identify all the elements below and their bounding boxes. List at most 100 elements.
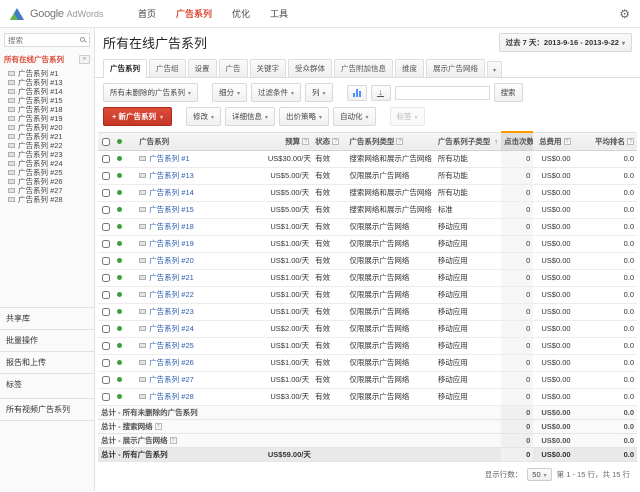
edit-button[interactable]: 修改 [186, 107, 221, 126]
sidebar-item-campaign[interactable]: 广告系列 #23 [6, 150, 94, 159]
row-checkbox[interactable] [102, 223, 110, 231]
tab-1[interactable]: 广告系列 [103, 59, 147, 78]
select-all-checkbox[interactable] [102, 138, 110, 146]
segment-button[interactable]: 细分 [212, 83, 247, 102]
nav-item[interactable]: 首页 [138, 7, 156, 20]
tab-9[interactable]: 展示广告网络 [426, 59, 485, 77]
campaign-link[interactable]: 广告系列 #26 [149, 358, 194, 367]
nav-item[interactable]: 广告系列 [176, 7, 212, 20]
row-checkbox[interactable] [102, 189, 110, 197]
status-dot-icon[interactable] [117, 190, 122, 195]
nav-item[interactable]: 优化 [232, 7, 250, 20]
help-icon[interactable]: ? [627, 138, 634, 145]
tab-4[interactable]: 广告 [219, 59, 248, 77]
table-search-input[interactable] [395, 86, 490, 100]
campaign-link[interactable]: 广告系列 #21 [149, 273, 194, 282]
adwords-logo[interactable]: Google AdWords [10, 8, 138, 20]
budget-cell[interactable]: US$1.00/天 [265, 304, 312, 321]
col-name[interactable]: 广告系列 [136, 132, 265, 151]
tab-more-dropdown[interactable]: ▾ [487, 61, 502, 77]
sidebar-section[interactable]: 批量操作 [0, 329, 94, 351]
download-icon[interactable]: ↓ [371, 85, 391, 101]
tab-8[interactable]: 维度 [395, 59, 424, 77]
bid-strategy-button[interactable]: 出价策略 [279, 107, 329, 126]
sidebar-item-campaign[interactable]: 广告系列 #27 [6, 186, 94, 195]
campaign-link[interactable]: 广告系列 #24 [149, 324, 194, 333]
status-dot-icon[interactable] [117, 326, 122, 331]
row-checkbox[interactable] [102, 206, 110, 214]
columns-button[interactable]: 列 [305, 83, 333, 102]
sidebar-all-campaigns-link[interactable]: 所有在线广告系列 [4, 54, 64, 65]
campaign-link[interactable]: 广告系列 #15 [149, 205, 194, 214]
sidebar-item-campaign[interactable]: 广告系列 #20 [6, 123, 94, 132]
new-campaign-button[interactable]: + 新广告系列 [103, 107, 172, 126]
date-range-button[interactable]: 过去 7 天：2013-9-16 - 2013-9-22▾ [499, 33, 632, 52]
rows-per-page-select[interactable]: 50▾ [527, 468, 551, 481]
campaign-link[interactable]: 广告系列 #19 [149, 239, 194, 248]
row-checkbox[interactable] [102, 393, 110, 401]
status-dot-icon[interactable] [117, 309, 122, 314]
campaign-link[interactable]: 广告系列 #14 [149, 188, 194, 197]
row-checkbox[interactable] [102, 342, 110, 350]
campaign-link[interactable]: 广告系列 #18 [149, 222, 194, 231]
status-dot-icon[interactable] [117, 343, 122, 348]
budget-cell[interactable]: US$1.00/天 [265, 372, 312, 389]
sidebar-search-input[interactable] [4, 33, 90, 47]
chart-icon[interactable] [347, 85, 367, 101]
sidebar-item-campaign[interactable]: 广告系列 #22 [6, 141, 94, 150]
status-dot-icon[interactable] [117, 173, 122, 178]
status-dot-icon[interactable] [117, 241, 122, 246]
budget-cell[interactable]: US$1.00/天 [265, 270, 312, 287]
col-clicks[interactable]: 点击次数? [501, 132, 533, 151]
row-checkbox[interactable] [102, 172, 110, 180]
automation-button[interactable]: 自动化 [333, 107, 376, 126]
campaign-link[interactable]: 广告系列 #23 [149, 307, 194, 316]
status-filter-icon[interactable] [117, 139, 122, 144]
campaign-link[interactable]: 广告系列 #25 [149, 341, 194, 350]
help-icon[interactable]: ? [396, 138, 403, 145]
status-dot-icon[interactable] [117, 360, 122, 365]
tab-2[interactable]: 广告组 [149, 59, 186, 77]
sidebar-item-campaign[interactable]: 广告系列 #18 [6, 105, 94, 114]
sidebar-item-campaign[interactable]: 广告系列 #28 [6, 195, 94, 204]
gear-icon[interactable]: ⚙ [619, 7, 630, 21]
row-checkbox[interactable] [102, 274, 110, 282]
filter-button[interactable]: 过滤条件 [251, 83, 301, 102]
status-dot-icon[interactable] [117, 258, 122, 263]
sidebar-section[interactable]: 共享库 [0, 307, 94, 329]
status-dot-icon[interactable] [117, 394, 122, 399]
sidebar-item-campaign[interactable]: 广告系列 #21 [6, 132, 94, 141]
sidebar-item-campaign[interactable]: 广告系列 #26 [6, 177, 94, 186]
view-filter-button[interactable]: 所有未删除的广告系列 [103, 83, 198, 102]
col-budget[interactable]: 预算? [265, 132, 312, 151]
row-checkbox[interactable] [102, 325, 110, 333]
tab-5[interactable]: 关键字 [250, 59, 287, 77]
sidebar-item-campaign[interactable]: 广告系列 #25 [6, 168, 94, 177]
sidebar-item-campaign[interactable]: 广告系列 #19 [6, 114, 94, 123]
help-icon[interactable]: ? [302, 138, 309, 145]
budget-cell[interactable]: US$5.00/天 [265, 168, 312, 185]
budget-cell[interactable]: US$2.00/天 [265, 321, 312, 338]
sidebar-section-video-campaigns[interactable]: 所有视频广告系列 [0, 398, 94, 421]
budget-cell[interactable]: US$5.00/天 [265, 185, 312, 202]
row-checkbox[interactable] [102, 257, 110, 265]
status-dot-icon[interactable] [117, 207, 122, 212]
status-dot-icon[interactable] [117, 156, 122, 161]
details-button[interactable]: 详细信息 [225, 107, 275, 126]
row-checkbox[interactable] [102, 155, 110, 163]
tab-3[interactable]: 设置 [188, 59, 217, 77]
status-dot-icon[interactable] [117, 292, 122, 297]
campaign-link[interactable]: 广告系列 #27 [149, 375, 194, 384]
col-type[interactable]: 广告系列类型? [346, 132, 434, 151]
help-icon[interactable]: ? [170, 437, 177, 444]
sidebar-item-campaign[interactable]: 广告系列 #1 [6, 69, 94, 78]
sidebar-item-campaign[interactable]: 广告系列 #13 [6, 78, 94, 87]
campaign-link[interactable]: 广告系列 #28 [149, 392, 194, 401]
budget-cell[interactable]: US$1.00/天 [265, 355, 312, 372]
col-cost[interactable]: 总费用? [533, 132, 573, 151]
sidebar-item-campaign[interactable]: 广告系列 #24 [6, 159, 94, 168]
table-search-button[interactable]: 搜索 [494, 83, 523, 102]
row-checkbox[interactable] [102, 376, 110, 384]
help-icon[interactable]: ? [332, 138, 339, 145]
col-avg-pos[interactable]: 平均排名? [574, 132, 637, 151]
